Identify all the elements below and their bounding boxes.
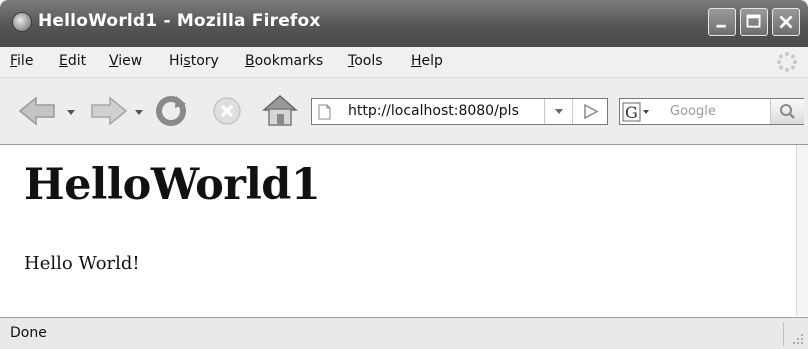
search-engine-icon[interactable]: G	[622, 101, 652, 123]
menu-view-label: iew	[118, 53, 143, 69]
svg-text:G: G	[625, 103, 638, 122]
go-button[interactable]	[572, 99, 608, 124]
home-icon[interactable]	[260, 92, 300, 128]
close-icon	[779, 15, 793, 29]
forward-arrow-icon[interactable]	[84, 94, 130, 128]
maximize-button[interactable]	[740, 8, 768, 36]
menu-edit-accel: E	[59, 53, 68, 69]
throbber-icon	[777, 52, 797, 72]
minimize-button[interactable]	[708, 8, 736, 36]
status-text: Done	[10, 325, 47, 341]
chevron-down-icon	[555, 109, 563, 114]
menu-tools-label: ools	[354, 53, 383, 69]
vertical-scrollbar[interactable]	[796, 145, 808, 316]
menu-file-accel: F	[10, 53, 18, 69]
url-text[interactable]: http://localhost:8080/pls	[348, 103, 558, 119]
page-heading: HelloWorld1	[24, 160, 321, 210]
window-title: HelloWorld1 - Mozilla Firefox	[38, 11, 321, 31]
stop-icon[interactable]	[211, 95, 243, 127]
url-bar[interactable]: http://localhost:8080/pls	[311, 98, 608, 125]
search-input[interactable]: Google	[670, 104, 716, 119]
minimize-icon	[716, 24, 726, 28]
back-arrow-icon[interactable]	[16, 94, 62, 128]
page-paragraph: Hello World!	[24, 253, 140, 274]
close-button[interactable]	[772, 8, 800, 36]
back-dropdown-icon[interactable]	[66, 107, 76, 117]
resize-grip-icon[interactable]	[791, 332, 805, 346]
menu-view-accel: V	[109, 53, 119, 69]
search-bar[interactable]: G Google	[619, 98, 804, 125]
forward-dropdown-icon[interactable]	[134, 107, 144, 117]
maximize-icon	[746, 14, 761, 28]
menu-bookmarks-accel: B	[245, 53, 255, 69]
status-bar: Done	[0, 317, 808, 349]
search-button[interactable]	[770, 99, 804, 124]
browser-window: HelloWorld1 - Mozilla Firefox File Edit …	[0, 0, 808, 349]
menu-tools[interactable]: Tools	[348, 53, 383, 69]
menu-history-label: tory	[190, 53, 219, 69]
menu-file-label: ile	[17, 53, 34, 69]
menu-help-label: elp	[421, 53, 443, 69]
menu-edit-label: dit	[67, 53, 87, 69]
menu-history-accel: s	[183, 53, 191, 69]
menu-help-accel: H	[411, 53, 422, 69]
menu-view[interactable]: View	[109, 53, 142, 69]
status-divider	[783, 322, 784, 346]
menu-edit[interactable]: Edit	[59, 53, 86, 69]
title-bar[interactable]: HelloWorld1 - Mozilla Firefox	[0, 0, 808, 47]
menu-bookmarks-label: ookmarks	[254, 53, 324, 69]
go-arrow-icon	[584, 103, 599, 120]
url-history-dropdown[interactable]	[544, 99, 573, 124]
menu-history[interactable]: History	[169, 53, 219, 69]
menu-history-pre: Hi	[169, 53, 184, 69]
menu-help[interactable]: Help	[411, 53, 443, 69]
magnifier-icon	[780, 104, 795, 119]
navigation-toolbar: http://localhost:8080/pls G Google	[0, 78, 808, 145]
reload-icon[interactable]	[153, 94, 189, 128]
page-icon	[318, 104, 331, 120]
menu-file[interactable]: File	[10, 53, 33, 69]
menu-bar: File Edit View History Bookmarks Tools H…	[0, 47, 808, 78]
firefox-icon	[12, 12, 32, 32]
menu-bookmarks[interactable]: Bookmarks	[245, 53, 323, 69]
page-content: HelloWorld1 Hello World!	[0, 145, 796, 316]
